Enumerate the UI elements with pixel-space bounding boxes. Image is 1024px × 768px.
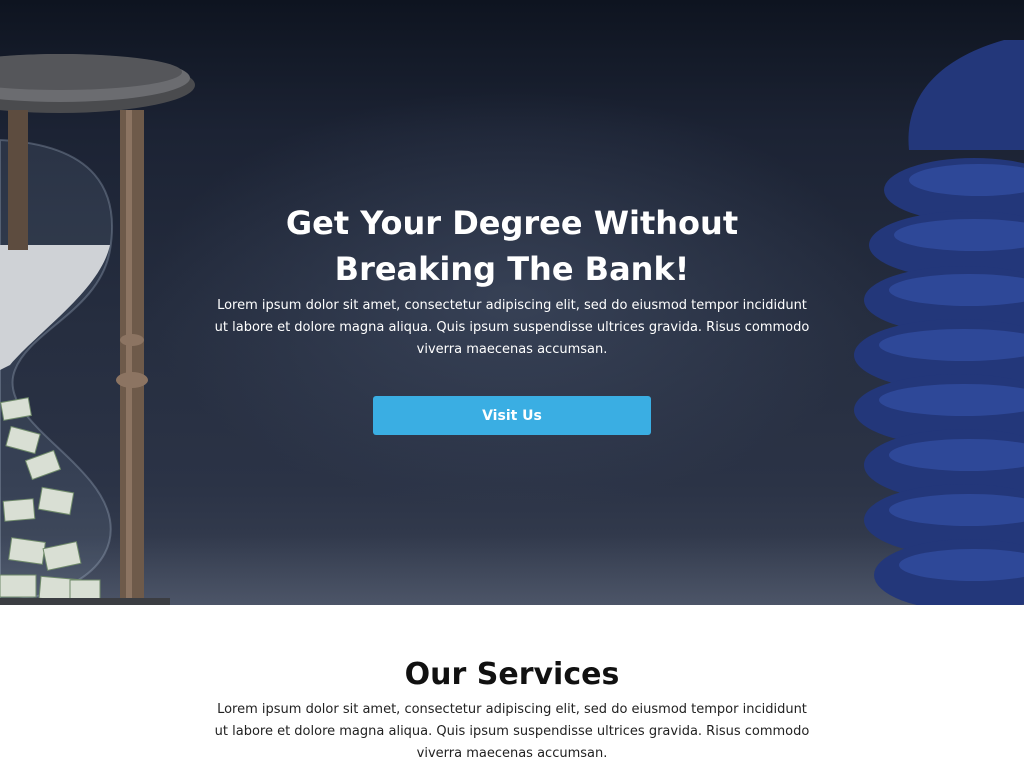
hourglass-money-icon: [0, 54, 195, 605]
services-title: Our Services: [404, 657, 620, 692]
hero-description: Lorem ipsum dolor sit amet, consectetur …: [214, 298, 810, 357]
hero-section: Get Your Degree Without Breaking The Ban…: [0, 0, 1024, 605]
services-section: Our Services Lorem ipsum dolor sit amet,…: [0, 605, 1024, 768]
hero-title: Get Your Degree Without Breaking The Ban…: [285, 204, 739, 288]
visit-us-button[interactable]: Visit Us: [373, 396, 651, 435]
blue-coin-stack-icon: [854, 40, 1024, 605]
services-description: Lorem ipsum dolor sit amet, consectetur …: [214, 702, 810, 761]
